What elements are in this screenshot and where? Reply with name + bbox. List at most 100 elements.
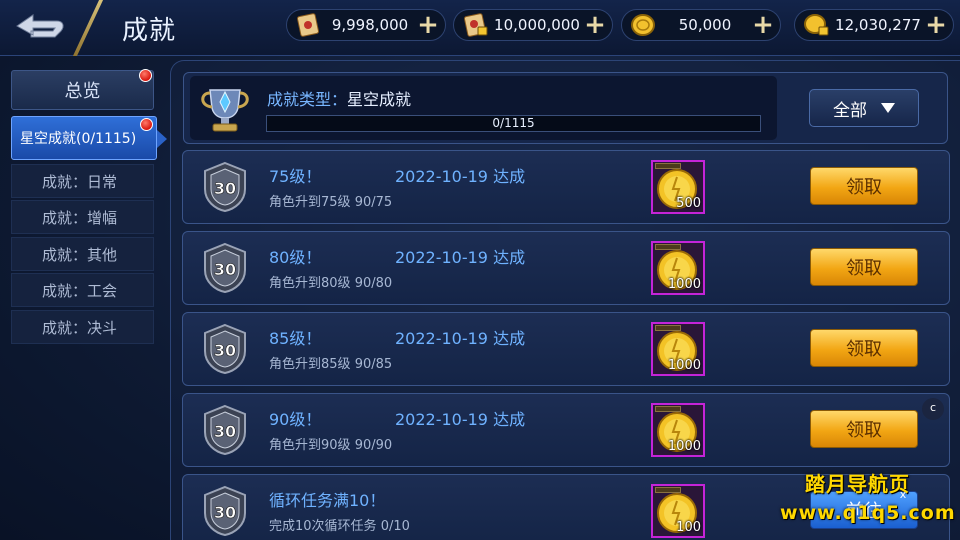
achievement-type-value: 星空成就 [347, 90, 412, 109]
watermark-close[interactable]: x [895, 488, 911, 502]
achievement-desc: 角色升到75级 90/75 [269, 191, 392, 210]
action-label: 领取 [846, 339, 882, 360]
achievement-date: 2022-10-19 达成 [395, 410, 526, 429]
reward-quantity: 1000 [667, 439, 701, 454]
reward-item[interactable]: 100 [651, 484, 705, 538]
achievement-title: 循环任务满10！ [269, 491, 386, 510]
notification-dot-icon [139, 69, 152, 82]
badge-level: 30 [214, 179, 236, 198]
filter-label: 全部 [833, 100, 867, 121]
achievement-row: 30 90级！ 2022-10-19 达成 角色升到90级 90/90 1000 [182, 393, 950, 467]
scroll-icon [291, 10, 325, 40]
achievement-type-label: 成就类型： [267, 90, 348, 109]
page-title: 成就 [122, 16, 177, 46]
locked-coin-icon [799, 10, 833, 40]
sidebar-item-guild[interactable]: 成就：工会 [11, 273, 154, 307]
claim-button[interactable]: 领取 [810, 329, 918, 367]
claim-button[interactable]: 领取 [810, 410, 918, 448]
sidebar-item-label: 成就：其他 [42, 245, 118, 264]
claim-button[interactable]: 领取 [810, 167, 918, 205]
achievement-progress: 90/80 [354, 276, 393, 291]
resource-locked-gold: 12,030,277 + [794, 9, 954, 41]
reward-item[interactable]: 1000 [651, 403, 705, 457]
resource-scroll: 9,998,000 + [286, 9, 446, 41]
reward-quantity: 100 [676, 520, 701, 535]
level-badge-icon: 30 [201, 242, 249, 294]
achievement-row: 30 80级！ 2022-10-19 达成 角色升到80级 90/80 1000 [182, 231, 950, 305]
add-gold-button[interactable]: + [750, 12, 776, 38]
achievement-desc: 完成10次循环任务 0/10 [269, 515, 410, 534]
action-label: 领取 [846, 420, 882, 441]
achievement-desc-text: 完成10次循环任务 [269, 519, 377, 534]
sidebar-item-duel[interactable]: 成就：决斗 [11, 310, 154, 344]
back-button[interactable] [10, 6, 70, 46]
badge-level: 30 [214, 422, 236, 441]
sidebar-item-label: 星空成就(0/1115) [20, 131, 137, 147]
achievement-desc-text: 角色升到80级 [269, 276, 351, 291]
achievement-desc-text: 角色升到90级 [269, 438, 351, 453]
achievement-progress: 90/90 [354, 438, 393, 453]
caret-down-icon [881, 103, 895, 113]
locked-scroll-icon [458, 10, 492, 40]
reward-item[interactable]: 1000 [651, 241, 705, 295]
sidebar-item-daily[interactable]: 成就：日常 [11, 164, 154, 198]
achievement-progress: 90/75 [354, 195, 393, 210]
action-label: 领取 [846, 258, 882, 279]
sidebar-item-label: 成就：决斗 [42, 318, 118, 337]
achievement-date: 2022-10-19 达成 [395, 329, 526, 348]
claim-button[interactable]: 领取 [810, 248, 918, 286]
title-divider [72, 0, 104, 56]
sidebar-item-other[interactable]: 成就：其他 [11, 237, 154, 271]
reward-quantity: 500 [676, 196, 701, 211]
resource-value: 9,998,000 [331, 16, 409, 34]
back-arrow-icon [16, 14, 64, 38]
sidebar-item-label: 成就：日常 [42, 172, 118, 191]
trophy-icon [196, 80, 254, 136]
sidebar-item-label: 成就：工会 [42, 281, 118, 300]
achievement-row: 30 75级！ 2022-10-19 达成 角色升到75级 90/75 500 … [182, 150, 950, 224]
add-locked-gold-button[interactable]: + [923, 12, 949, 38]
resource-value: 12,030,277 [835, 16, 921, 34]
sidebar-item-starry-achievement[interactable]: 星空成就(0/1115) [11, 116, 167, 160]
badge-level: 30 [214, 341, 236, 360]
level-badge-icon: 30 [201, 404, 249, 456]
badge-level: 30 [214, 503, 236, 522]
watermark-url: www.q1q5.com [780, 502, 956, 524]
side-marker: c [922, 398, 944, 420]
overall-progress-bar: 0/1115 [266, 115, 761, 132]
resource-value: 50,000 [678, 16, 732, 34]
sidebar-item-label: 总览 [64, 81, 101, 102]
reward-item[interactable]: 500 [651, 160, 705, 214]
sidebar-item-enhance[interactable]: 成就：增幅 [11, 200, 154, 234]
achievement-desc: 角色升到80级 90/80 [269, 272, 392, 291]
gold-coin-icon [626, 10, 660, 40]
resource-gold: 50,000 + [621, 9, 781, 41]
badge-level: 30 [214, 260, 236, 279]
achievement-date: 2022-10-19 达成 [395, 167, 526, 186]
achievement-progress: 0/10 [380, 519, 410, 534]
reward-item[interactable]: 1000 [651, 322, 705, 376]
level-badge-icon: 30 [201, 485, 249, 537]
resource-value: 10,000,000 [494, 16, 580, 34]
resource-locked-scroll: 10,000,000 + [453, 9, 613, 41]
add-scroll-button[interactable]: + [415, 12, 441, 38]
achievement-desc: 角色升到85级 90/85 [269, 353, 392, 372]
top-bar: 成就 9,998,000 + 10,000,000 + 50,000 + 12,… [0, 0, 960, 56]
achievement-desc-text: 角色升到85级 [269, 357, 351, 372]
achievement-title: 75级！ [269, 167, 322, 186]
filter-dropdown[interactable]: 全部 [809, 89, 919, 127]
achievement-progress: 90/85 [354, 357, 393, 372]
action-label: 领取 [846, 177, 882, 198]
level-badge-icon: 30 [201, 161, 249, 213]
achievement-date: 2022-10-19 达成 [395, 248, 526, 267]
achievement-title: 80级！ [269, 248, 322, 267]
level-badge-icon: 30 [201, 323, 249, 375]
achievement-desc: 角色升到90级 90/90 [269, 434, 392, 453]
add-locked-scroll-button[interactable]: + [582, 12, 608, 38]
watermark: 踏月导航页 x www.q1q5.com [775, 464, 955, 534]
achievement-title: 90级！ [269, 410, 322, 429]
sidebar-item-label: 成就：增幅 [42, 208, 118, 227]
achievement-desc-text: 角色升到75级 [269, 195, 351, 210]
sidebar-item-overview[interactable]: 总览 [11, 70, 154, 110]
achievement-title: 85级！ [269, 329, 322, 348]
